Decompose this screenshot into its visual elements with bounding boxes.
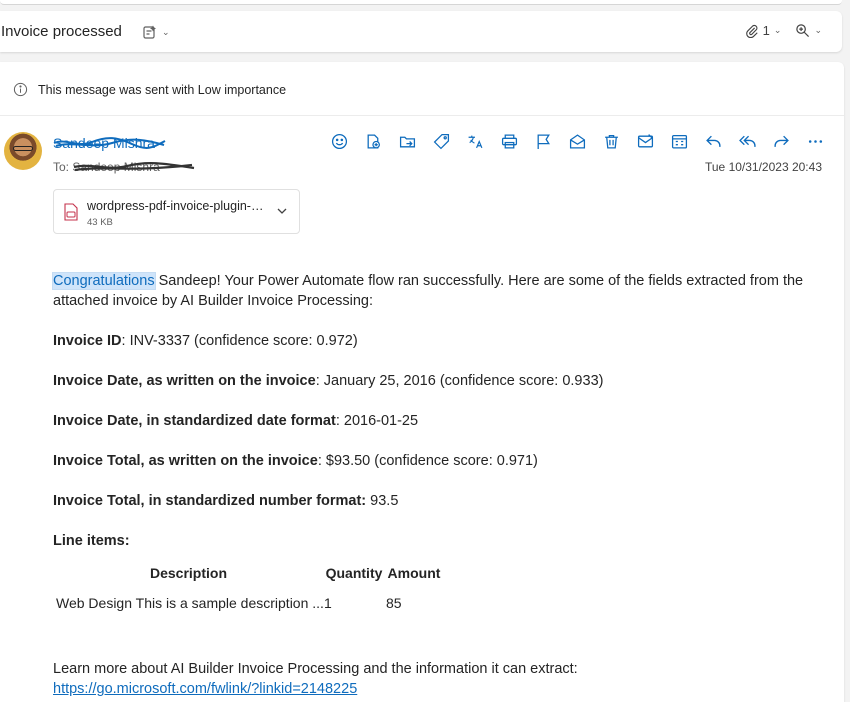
reply-all-icon	[738, 135, 756, 147]
forward-icon	[773, 135, 789, 147]
field-value: January 25, 2016 (confidence score: 0.93…	[323, 373, 604, 389]
attachments-button[interactable]: 1 ⌄	[745, 23, 782, 38]
apps-icon	[367, 133, 380, 149]
translate-icon	[468, 135, 482, 148]
calendar-icon	[671, 134, 687, 149]
reply-all-button[interactable]	[732, 130, 762, 152]
table-row: Web Design This is a sample description …	[53, 589, 444, 617]
attachment-card[interactable]: wordpress-pdf-invoice-plugin-sample.pdf …	[53, 189, 300, 234]
attachment-name: wordpress-pdf-invoice-plugin-sample.pdf	[87, 199, 269, 213]
message-body: Congratulations Sandeep! Your Power Auto…	[52, 271, 823, 699]
field-label: Invoice Total, as written on the invoice	[53, 453, 318, 469]
line-items-table: Description Quantity Amount Web Design T…	[53, 561, 444, 617]
cell-description: Web Design This is a sample description …	[56, 595, 324, 611]
paperclip-icon	[745, 24, 758, 38]
zoom-button[interactable]: ⌄	[795, 23, 822, 38]
tag-icon	[433, 133, 449, 149]
translate-button[interactable]	[460, 130, 490, 152]
pdf-file-icon	[64, 203, 78, 221]
chevron-down-icon: ⌄	[773, 25, 782, 35]
print-icon	[501, 133, 517, 149]
mark-read-button[interactable]	[562, 130, 592, 152]
field-invoice-id: Invoice ID: INV-3337 (confidence score: …	[53, 331, 823, 351]
previous-pane-edge	[0, 0, 842, 5]
subject-title: Invoice processed	[1, 23, 122, 40]
field-label: Invoice ID	[53, 333, 122, 349]
attachment-count: 1	[762, 23, 770, 38]
emoji-icon	[331, 133, 347, 149]
calendar-button[interactable]	[664, 130, 694, 152]
attachment-size: 43 KB	[87, 217, 113, 228]
report-icon	[637, 133, 653, 147]
intro-text: Sandeep! Your Power Automate flow ran su…	[53, 273, 804, 309]
learn-more-link[interactable]: https://go.microsoft.com/fwlink/?linkid=…	[53, 681, 357, 697]
recipient-name: Sandeep Mishra	[72, 160, 160, 174]
reply-icon	[705, 135, 721, 147]
zoom-icon	[796, 24, 810, 38]
move-button[interactable]	[392, 130, 422, 152]
field-value: INV-3337 (confidence score: 0.972)	[129, 333, 358, 349]
mark-read-icon	[569, 133, 585, 149]
intro-paragraph: Congratulations Sandeep! Your Power Auto…	[52, 271, 823, 311]
more-icon	[808, 139, 822, 143]
field-invoice-total-std: Invoice Total, in standardized number fo…	[53, 491, 823, 511]
move-folder-icon	[399, 136, 415, 147]
message-pane: This message was sent with Low importanc…	[0, 62, 844, 702]
chevron-down-icon: ⌄	[814, 25, 822, 35]
field-separator: :	[335, 413, 344, 429]
delete-icon	[604, 134, 618, 149]
cell-quantity: 1	[324, 595, 332, 611]
sender-name[interactable]: Sandeep Mishra	[53, 135, 155, 151]
field-label: Invoice Date, in standardized date forma…	[53, 413, 336, 429]
field-invoice-date-std: Invoice Date, in standardized date forma…	[53, 411, 823, 431]
line-items-heading: Line items:	[53, 531, 823, 551]
delete-button[interactable]	[596, 130, 626, 152]
recipient-line[interactable]: To: Sandeep Mishra	[53, 160, 160, 174]
apps-button[interactable]	[358, 130, 388, 152]
tag-button[interactable]	[426, 130, 456, 152]
column-header-quantity: Quantity	[325, 565, 383, 581]
importance-banner: This message was sent with Low importanc…	[0, 62, 844, 116]
column-header-amount: Amount	[387, 565, 441, 581]
more-button[interactable]	[800, 130, 830, 152]
chevron-down-icon[interactable]	[275, 204, 289, 218]
field-separator: :	[317, 453, 326, 469]
forward-button[interactable]	[766, 130, 796, 152]
field-label: Invoice Date, as written on the invoice	[53, 373, 316, 389]
line-items-label: Line items:	[53, 533, 130, 549]
emoji-button[interactable]	[324, 130, 354, 152]
field-separator: :	[315, 373, 324, 389]
subject-bar: Invoice processed ⌄ 1 ⌄ ⌄	[0, 11, 842, 52]
field-invoice-date-raw: Invoice Date, as written on the invoice:…	[53, 371, 823, 391]
print-button[interactable]	[494, 130, 524, 152]
importance-text: This message was sent with Low importanc…	[38, 83, 287, 97]
sender-avatar[interactable]	[4, 132, 42, 170]
to-label: To:	[53, 160, 70, 174]
field-invoice-total-raw: Invoice Total, as written on the invoice…	[53, 451, 823, 471]
report-button[interactable]	[630, 130, 660, 152]
field-value: $93.50 (confidence score: 0.971)	[325, 453, 538, 469]
reply-button[interactable]	[698, 130, 728, 152]
field-value: 93.5	[370, 493, 399, 509]
chevron-down-icon: ⌄	[162, 26, 170, 37]
field-separator: :	[121, 333, 130, 349]
cell-amount: 85	[386, 595, 402, 611]
selected-text: Congratulations	[52, 272, 156, 290]
field-value: 2016-01-25	[343, 413, 419, 429]
message-actions-toolbar	[324, 130, 830, 152]
flag-button[interactable]	[528, 130, 558, 152]
learn-more-text: Learn more about AI Builder Invoice Proc…	[53, 661, 578, 677]
table-header-row: Description Quantity Amount	[53, 561, 444, 589]
info-icon	[13, 82, 28, 97]
column-header-description: Description	[149, 565, 227, 581]
summary-icon	[143, 25, 156, 39]
sent-date: Tue 10/31/2023 20:43	[705, 160, 822, 174]
summary-button[interactable]: ⌄	[142, 23, 176, 41]
flag-icon	[537, 133, 550, 149]
field-label: Invoice Total, in standardized number fo…	[53, 493, 367, 509]
